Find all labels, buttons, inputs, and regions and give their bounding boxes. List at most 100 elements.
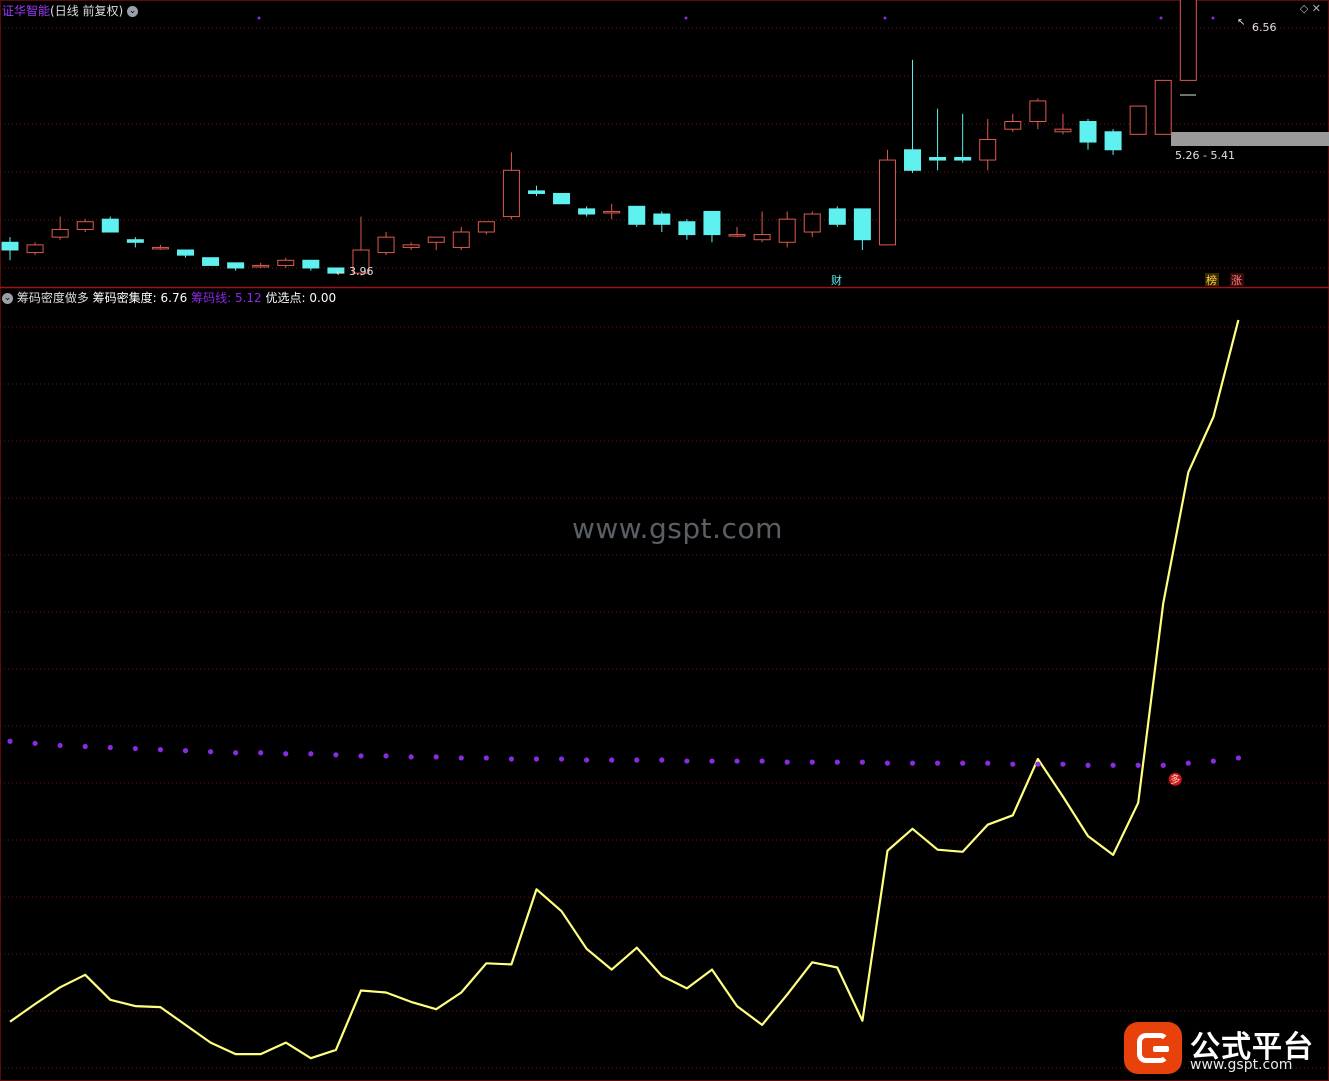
signal-dot — [883, 16, 887, 20]
candle-body[interactable] — [1004, 121, 1022, 130]
candle-body[interactable] — [703, 210, 721, 236]
close-icon[interactable]: ✕ — [1312, 2, 1321, 15]
density-line-series[interactable] — [9, 319, 1240, 1060]
candle-body[interactable] — [126, 239, 144, 243]
candle-body[interactable] — [878, 159, 896, 246]
tag-bang: 榜 — [1206, 273, 1217, 287]
chip-line-point — [57, 742, 63, 749]
candle-body[interactable] — [277, 259, 295, 266]
chip-line-point — [784, 759, 790, 765]
candle-body[interactable] — [227, 262, 245, 269]
candle-body[interactable] — [603, 210, 621, 214]
candle-body[interactable] — [954, 156, 972, 161]
brand-logo-icon — [1124, 1022, 1182, 1074]
chip-line-point — [909, 760, 916, 766]
chip-line-point — [634, 757, 640, 763]
candle-body[interactable] — [1079, 121, 1097, 143]
chip-line-point — [7, 738, 13, 744]
candle-body[interactable] — [1154, 79, 1172, 135]
indicator-name[interactable]: 筹码密度做多 — [17, 291, 89, 305]
chip-line-point — [1235, 755, 1242, 761]
chip-line-point — [508, 756, 514, 762]
pick-point-label: 优选点: — [265, 291, 306, 305]
candle-body[interactable] — [853, 208, 871, 241]
signal-dot — [257, 16, 261, 20]
candle-body[interactable] — [377, 236, 395, 254]
chevron-down-icon[interactable]: ⌄ — [2, 293, 13, 304]
candle-body[interactable] — [302, 259, 320, 269]
candle-body[interactable] — [778, 218, 796, 243]
candle-body[interactable] — [803, 213, 821, 233]
candle-body[interactable] — [578, 208, 596, 215]
chip-line-point — [584, 757, 590, 763]
candle-body[interactable] — [76, 221, 94, 230]
chip-line-point — [82, 743, 88, 750]
period-label[interactable]: (日线 前复权) — [50, 4, 123, 18]
chip-line-point — [1110, 762, 1116, 768]
chip-line-point — [834, 759, 840, 765]
chip-line-point — [258, 750, 264, 756]
candle-body[interactable] — [1129, 105, 1147, 135]
candle-body[interactable] — [828, 208, 846, 225]
chevron-down-icon[interactable]: ⌄ — [127, 6, 139, 17]
diamond-icon[interactable]: ◇ — [1300, 2, 1308, 15]
candle-body[interactable] — [904, 149, 922, 171]
chip-line-point — [1035, 761, 1041, 767]
pick-point-value: 0.00 — [309, 291, 337, 305]
candle-body[interactable] — [502, 169, 520, 218]
stock-name[interactable]: 证华智能 — [2, 4, 50, 18]
candle-body[interactable] — [151, 246, 169, 250]
chip-line-point — [483, 755, 489, 761]
candle-body[interactable] — [1029, 100, 1047, 123]
chip-line-value: 5.12 — [234, 291, 262, 305]
chip-line-label: 筹码线: — [191, 291, 232, 305]
candle-body[interactable] — [452, 231, 470, 248]
chip-line-point — [408, 754, 414, 760]
top-panel-header: 证华智能(日线 前复权) ⌄ — [2, 2, 139, 19]
candle-body[interactable] — [1, 241, 19, 251]
candle-body[interactable] — [678, 221, 696, 236]
chip-line-point — [182, 748, 189, 754]
price-low-arrow: ← — [336, 268, 344, 279]
chip-line-point — [960, 760, 966, 766]
candle-body[interactable] — [51, 228, 69, 238]
candle-body[interactable] — [1104, 131, 1122, 151]
candle-body[interactable] — [979, 138, 997, 161]
candle-body[interactable] — [628, 205, 646, 225]
candle-body[interactable] — [427, 236, 445, 243]
candle-body[interactable] — [1179, 0, 1197, 81]
candle-body[interactable] — [653, 213, 671, 225]
candle-body[interactable] — [553, 192, 571, 205]
watermark: www.gspt.com — [572, 512, 783, 545]
chip-line-point — [558, 756, 565, 762]
candle-body[interactable] — [527, 190, 545, 194]
candle-body[interactable] — [1054, 128, 1072, 133]
chip-line-point — [1010, 761, 1016, 767]
chip-line-point — [985, 760, 991, 766]
signal-dot — [1211, 16, 1215, 20]
signal-dot — [1159, 16, 1163, 20]
chip-line-point — [157, 747, 164, 753]
candle-body[interactable] — [929, 156, 947, 161]
tag-cai: 财 — [831, 273, 842, 287]
chip-line-point — [207, 749, 214, 755]
candle-body[interactable] — [402, 244, 420, 248]
bottom-panel-header: ⌄ 筹码密度做多 筹码密集度: 6.76 筹码线: 5.12 优选点: 0.00 — [2, 289, 336, 306]
chip-line-point — [609, 757, 615, 763]
candle-body[interactable] — [477, 221, 495, 233]
price-low-label: 3.96 — [349, 265, 374, 278]
candle-body[interactable] — [176, 249, 194, 256]
chip-line-point — [32, 740, 38, 746]
panel-controls: ◇ ✕ — [1300, 2, 1321, 15]
candle-body[interactable] — [202, 257, 220, 266]
candle-body[interactable] — [101, 218, 119, 233]
candle-body[interactable] — [753, 234, 771, 241]
candle-body[interactable] — [252, 264, 270, 268]
chip-line-point — [533, 756, 540, 762]
candle-body[interactable] — [728, 234, 746, 237]
chip-line-point — [107, 744, 113, 751]
chip-line-point — [1210, 758, 1216, 764]
chip-line-point — [684, 758, 690, 764]
candle-body[interactable] — [26, 244, 44, 254]
signal-marker-label: 多 — [1170, 773, 1180, 786]
